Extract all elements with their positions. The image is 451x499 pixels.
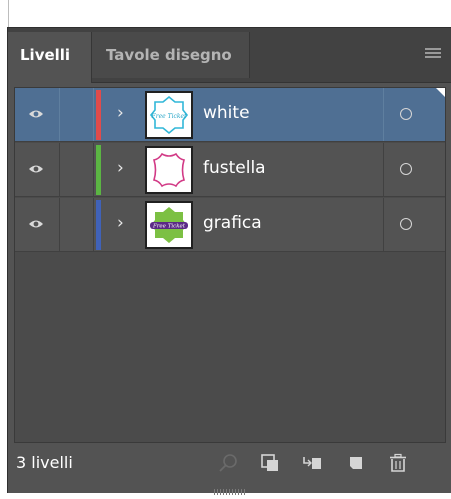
create-sublayer-icon[interactable] xyxy=(302,453,322,473)
layer-thumbnail: Free Ticket xyxy=(145,201,193,249)
layer-thumbnail xyxy=(145,146,193,194)
layer-target-circle-icon[interactable] xyxy=(400,218,412,230)
tab-livelli[interactable]: Livelli xyxy=(8,32,92,83)
layer-name[interactable]: fustella xyxy=(203,158,266,178)
layers-list: › Free Ticket white › fustella › Free Ti… xyxy=(14,87,446,443)
column-divider xyxy=(59,198,60,251)
visibility-eye-icon[interactable] xyxy=(28,163,44,175)
layer-count-label: 3 livelli xyxy=(16,453,73,472)
label-outline-cyan-icon: Free Ticket xyxy=(149,95,189,135)
layer-name[interactable]: grafica xyxy=(203,213,262,233)
column-divider xyxy=(383,88,384,141)
label-filled-green-icon: Free Ticket xyxy=(150,207,188,243)
window-edge xyxy=(8,0,9,28)
visibility-eye-icon[interactable] xyxy=(28,108,44,120)
column-divider xyxy=(93,143,94,196)
search-icon[interactable] xyxy=(218,453,238,473)
column-divider xyxy=(93,198,94,251)
layer-name[interactable]: white xyxy=(203,103,250,123)
layer-color-swatch xyxy=(96,90,101,140)
panel-tab-bar: Livelli Tavole disegno xyxy=(8,28,451,83)
layer-target-circle-icon[interactable] xyxy=(400,163,412,175)
expand-chevron-icon[interactable]: › xyxy=(117,158,124,178)
resize-grip[interactable] xyxy=(214,480,248,495)
column-divider xyxy=(59,88,60,141)
layer-thumbnail: Free Ticket xyxy=(145,91,193,139)
label-outline-magenta-icon xyxy=(152,152,186,188)
layer-row-fustella[interactable]: › fustella xyxy=(15,143,445,197)
layer-row-grafica[interactable]: › Free Ticket grafica xyxy=(15,198,445,252)
make-clipping-mask-icon[interactable] xyxy=(260,453,280,473)
layers-panel: Livelli Tavole disegno › Free Ticket whi… xyxy=(7,27,451,495)
visibility-eye-icon[interactable] xyxy=(28,218,44,230)
trash-icon[interactable] xyxy=(388,453,408,473)
thumb-text: Free Ticket xyxy=(151,113,188,120)
panel-footer: 3 livelli xyxy=(8,446,451,480)
column-divider xyxy=(59,143,60,196)
panel-menu-icon[interactable] xyxy=(425,48,441,60)
layer-target-circle-icon[interactable] xyxy=(400,108,412,120)
column-divider xyxy=(93,88,94,141)
new-layer-icon[interactable] xyxy=(345,453,365,473)
column-divider xyxy=(383,198,384,251)
expand-chevron-icon[interactable]: › xyxy=(117,103,124,123)
layer-color-swatch xyxy=(96,200,101,250)
layer-row-white[interactable]: › Free Ticket white xyxy=(15,88,445,142)
tab-tavole-disegno[interactable]: Tavole disegno xyxy=(92,32,250,78)
expand-chevron-icon[interactable]: › xyxy=(117,213,124,233)
thumb-text: Free Ticket xyxy=(152,224,186,230)
selection-corner-icon xyxy=(436,88,445,97)
column-divider xyxy=(383,143,384,196)
layer-color-swatch xyxy=(96,145,101,195)
